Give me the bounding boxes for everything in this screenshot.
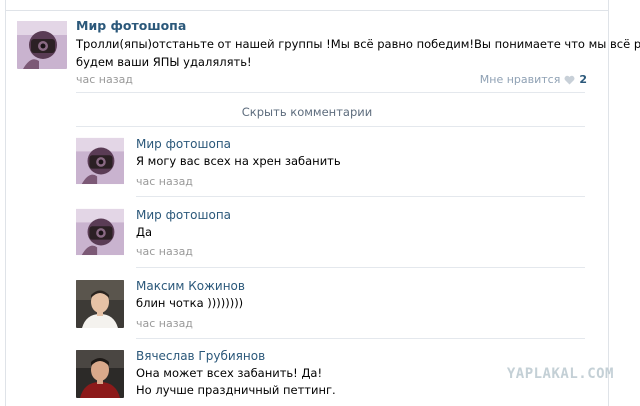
comment-text: Да	[136, 225, 153, 239]
watermark: YAPLAKAL.COM	[506, 366, 614, 382]
like-count: 2	[579, 73, 587, 86]
comment-avatar[interactable]	[76, 280, 124, 328]
comment-author[interactable]: Мир фотошопа	[136, 137, 231, 151]
like-button[interactable]: Мне нравится 2	[480, 73, 587, 86]
post-author[interactable]: Мир фотошопа	[76, 18, 186, 33]
post-text-line-2: будем ваши ЯПЫ удалялять!	[76, 55, 252, 69]
comment-text-line-2: Но лучше праздничный петтинг.	[136, 383, 336, 397]
comment-avatar[interactable]	[76, 350, 124, 398]
comment-separator	[136, 267, 585, 268]
photoshop-group-avatar-icon	[17, 21, 67, 69]
like-label: Мне нравится	[479, 73, 561, 86]
comment-author[interactable]: Вячеслав Грубиянов	[136, 349, 265, 363]
comment-separator	[136, 338, 585, 339]
hide-comments-link[interactable]: Скрыть комментарии	[0, 105, 614, 119]
comment-text: блин чотка ))))))))	[136, 296, 244, 310]
photoshop-group-avatar-icon	[76, 137, 124, 185]
user-photo-avatar-icon	[76, 280, 124, 328]
comments-top-separator	[76, 126, 585, 127]
comment-separator	[136, 196, 585, 197]
post-time[interactable]: час назад	[76, 73, 133, 86]
photoshop-group-avatar-icon	[76, 208, 124, 256]
user-photo-avatar-icon	[76, 350, 124, 398]
comment-text: Я могу вас всех на хрен забанить	[136, 154, 341, 168]
comment-author[interactable]: Мир фотошопа	[136, 208, 231, 222]
comment-time[interactable]: час назад	[136, 317, 193, 330]
comment-time[interactable]: час назад	[136, 245, 193, 258]
comment-avatar[interactable]	[76, 208, 124, 256]
comment-author[interactable]: Максим Кожинов	[136, 279, 245, 293]
heart-icon	[564, 75, 575, 84]
post-avatar[interactable]	[17, 21, 67, 69]
post-separator	[76, 92, 585, 93]
post-text-line-1: Тролли(япы)отстаньте от нашей группы !Мы…	[76, 37, 640, 51]
comment-avatar[interactable]	[76, 137, 124, 185]
comment-time[interactable]: час назад	[136, 175, 193, 188]
